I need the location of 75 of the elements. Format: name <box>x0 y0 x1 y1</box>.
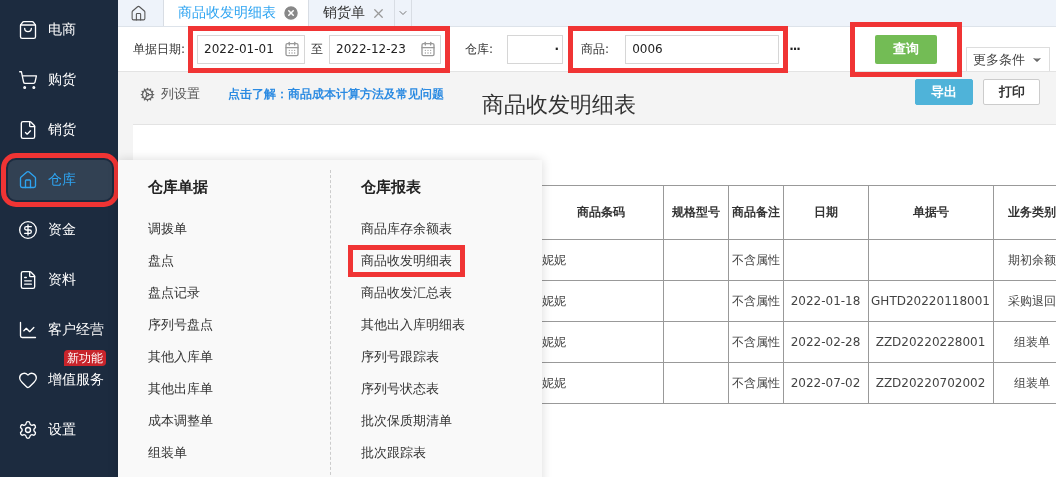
table-cell <box>663 362 728 404</box>
settings-icon <box>18 420 38 440</box>
menu-item[interactable]: 其他出入库明细表 <box>347 309 478 341</box>
table-cell: 不含属性 <box>728 239 783 281</box>
table-cell: ZZD20220228001 <box>868 321 993 363</box>
house-icon <box>18 170 38 190</box>
date-from-field[interactable]: 2022-01-01 <box>197 34 306 64</box>
column-header: 商品备注 <box>728 185 783 240</box>
report-title: 商品收发明细表 <box>482 91 636 119</box>
table-cell <box>663 280 728 322</box>
menu-item[interactable]: 序列号跟踪表 <box>347 341 452 373</box>
table-cell: GHTD20220118001 <box>868 280 993 322</box>
column-settings-button[interactable]: 列设置 <box>140 85 200 103</box>
column-header: 规格型号 <box>663 185 728 240</box>
more-conditions-tab[interactable]: 更多条件 <box>965 47 1050 71</box>
menu-item[interactable]: 商品收发明细表 <box>347 245 465 277</box>
tab[interactable]: 销货单 <box>309 0 395 26</box>
product-field[interactable]: 0006 <box>625 34 780 64</box>
table-cell <box>663 239 728 281</box>
range-separator: 至 <box>311 40 324 58</box>
menu-item[interactable]: 商品库存余额表 <box>347 213 465 245</box>
picker-dots[interactable]: ··· <box>789 42 800 56</box>
menu-item[interactable]: 序列号盘点 <box>135 309 226 341</box>
heart-icon <box>18 370 38 390</box>
date-to-field[interactable]: 2022-12-23 <box>329 34 442 64</box>
warehouse-field[interactable]: · <box>507 34 564 64</box>
product-label: 商品: <box>581 40 610 58</box>
table-cell: 2022-02-28 <box>783 321 868 363</box>
menu-item[interactable]: 批次保质期清单 <box>347 405 465 437</box>
warehouse-label: 仓库: <box>465 40 494 58</box>
table-cell: 2022-01-18 <box>783 280 868 322</box>
table-cell: 不含属性 <box>728 362 783 404</box>
sidebar-item[interactable]: 客户经营 <box>8 310 112 350</box>
menu-item[interactable]: 序列号状态表 <box>347 373 452 405</box>
menu-item[interactable]: 商品收发汇总表 <box>347 277 465 309</box>
sidebar-item[interactable]: 新功能 增值服务 <box>8 350 112 400</box>
menu-item[interactable]: 批次跟踪表 <box>347 437 439 469</box>
table-cell <box>663 321 728 363</box>
sidebar-item[interactable]: 资料 <box>8 260 112 300</box>
column-header: 业务类别 <box>993 185 1056 240</box>
sidebar-item[interactable]: 销货 <box>8 110 112 150</box>
sidebar-item[interactable]: 资金 <box>8 210 112 250</box>
home-icon <box>130 4 147 22</box>
sidebar-item[interactable]: 购货 <box>8 60 112 100</box>
menu-heading: 仓库报表 <box>360 178 422 197</box>
menu-item[interactable]: 成本调整单 <box>135 405 226 437</box>
table-cell: 不含属性 <box>728 280 783 322</box>
column-header: 日期 <box>783 185 868 240</box>
new-feature-badge: 新功能 <box>64 350 106 366</box>
gear-icon <box>140 86 155 102</box>
menu-item[interactable]: 盘点 <box>135 245 187 277</box>
bag-icon <box>18 20 38 40</box>
menu-item[interactable]: 盘点记录 <box>135 277 213 309</box>
menu-item[interactable]: 其他出库单 <box>135 373 226 405</box>
calendar-icon[interactable] <box>420 41 437 57</box>
table-cell: 2022-07-02 <box>783 362 868 404</box>
menu-item[interactable]: 其他入库单 <box>135 341 226 373</box>
chart-icon <box>18 320 38 340</box>
coin-icon <box>18 220 38 240</box>
close-icon[interactable] <box>282 4 300 22</box>
sidebar-item[interactable]: 电商 <box>8 10 112 50</box>
cart-icon <box>18 70 38 90</box>
table-cell: 不含属性 <box>728 321 783 363</box>
date-label: 单据日期: <box>133 40 186 58</box>
document-icon <box>18 270 38 290</box>
column-header: 单据号 <box>868 185 993 240</box>
menu-heading: 仓库单据 <box>148 178 209 197</box>
sidebar-item[interactable]: 设置 <box>8 410 112 450</box>
table-cell: ZZD20220702002 <box>868 362 993 404</box>
menu-item[interactable]: 组装单 <box>135 437 200 469</box>
picker-dots[interactable]: · <box>554 42 559 56</box>
document-check-icon <box>18 120 38 140</box>
menu-item[interactable]: 调拨单 <box>135 213 200 245</box>
secondary-button[interactable]: 打印 <box>983 79 1040 105</box>
calendar-icon[interactable] <box>284 41 301 57</box>
